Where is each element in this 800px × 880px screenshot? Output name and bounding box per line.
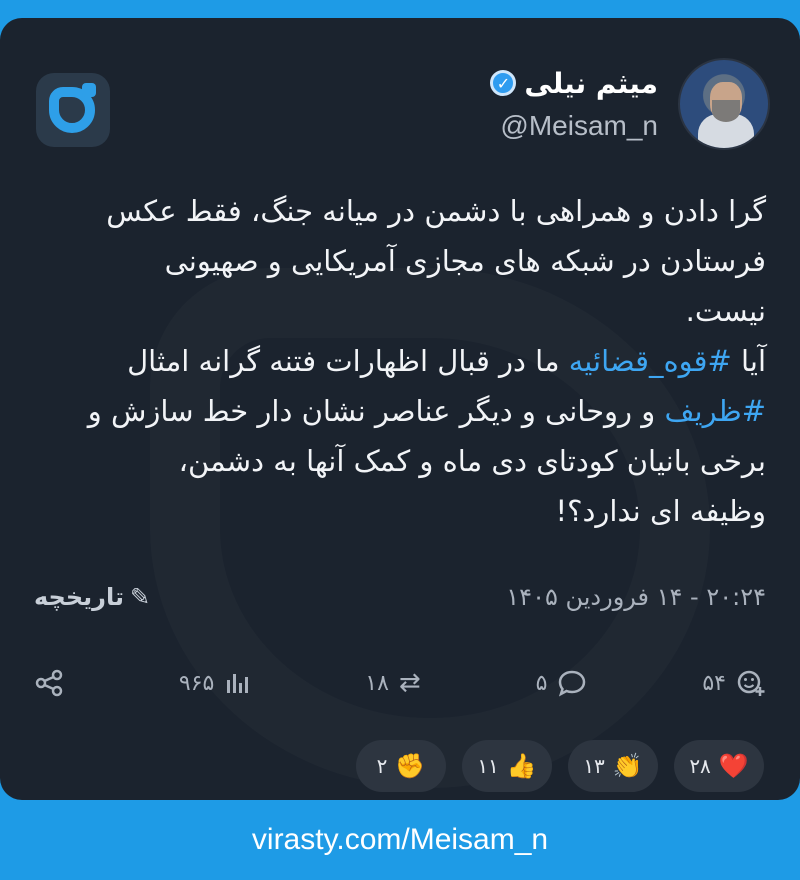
virasty-logo-icon[interactable] (36, 73, 110, 147)
share-icon (35, 669, 63, 697)
post-header: میثم نیلی ✓ @Meisam_n (490, 58, 770, 150)
reaction-pills: ۲۸ ❤️ ۱۳ 👏 ۱۱ 👍 ۲ ✊ (356, 740, 764, 792)
clap-icon: 👏 (612, 752, 643, 780)
reposts-count: ۱۸ (365, 670, 389, 696)
post-line: آیا #قوه_قضائیه ما در قبال اظهارات فتنه … (30, 336, 766, 386)
post-line: نیست. (685, 294, 766, 328)
post-line: فرستادن در شبکه های مجازی آمریکایی و صهی… (164, 244, 766, 278)
reaction-pill-clap[interactable]: ۱۳ 👏 (568, 740, 658, 792)
heart-icon: ❤️ (718, 752, 749, 780)
post-text-fragment: آیا (741, 344, 766, 378)
reaction-count: ۲۸ (689, 754, 711, 778)
post-line: برخی بانیان کودتای دی ماه و کمک آنها به … (178, 444, 766, 478)
post-meta: تاریخچه ✎ ۲۰:۲۴ - ۱۴ فروردین ۱۴۰۵ (34, 583, 766, 611)
post-line: وظیفه ای ندارد؟! (555, 494, 766, 528)
reply-button[interactable]: ۵ (536, 668, 588, 698)
reaction-count: ۱۱ (477, 754, 499, 778)
share-button[interactable] (34, 668, 64, 698)
verified-badge-icon: ✓ (490, 70, 517, 96)
action-bar: ۹۶۵ ۱۸ ⇄ ۵ ۵۴ (34, 668, 766, 698)
replies-count: ۵ (535, 670, 548, 696)
repost-icon: ⇄ (398, 668, 421, 698)
post-line: #ظریف و روحانی و دیگر عناصر نشان دار خط … (30, 386, 766, 436)
react-button[interactable]: ۵۴ (702, 668, 766, 698)
reaction-count: ۱۳ (583, 754, 605, 778)
history-label: تاریخچه (34, 583, 124, 611)
history-button[interactable]: تاریخچه ✎ (34, 583, 150, 611)
raised-fist-icon: ✊ (395, 752, 426, 780)
bar-chart-icon (227, 674, 249, 693)
post-text-fragment: و روحانی و دیگر عناصر نشان دار خط سازش و (87, 394, 656, 428)
user-handle[interactable]: @Meisam_n (490, 110, 658, 142)
hashtag-link[interactable]: #ظریف (665, 394, 766, 428)
reactions-count: ۵۴ (702, 670, 726, 696)
avatar[interactable] (678, 58, 770, 150)
reaction-pill-fist[interactable]: ۲ ✊ (356, 740, 446, 792)
reaction-count: ۲ (376, 754, 388, 778)
thumbs-up-icon: 👍 (506, 752, 537, 780)
profile-url[interactable]: virasty.com/Meisam_n (0, 800, 800, 880)
post-card: میثم نیلی ✓ @Meisam_n گرا دادن و همراهی … (0, 18, 800, 800)
reaction-pill-heart[interactable]: ۲۸ ❤️ (674, 740, 764, 792)
display-name[interactable]: میثم نیلی (524, 67, 658, 100)
add-reaction-icon (737, 670, 765, 696)
comment-icon (559, 670, 586, 697)
repost-button[interactable]: ۱۸ ⇄ (365, 668, 420, 698)
timestamp: ۲۰:۲۴ - ۱۴ فروردین ۱۴۰۵ (506, 583, 766, 611)
pencil-icon: ✎ (130, 583, 151, 611)
author-info: میثم نیلی ✓ @Meisam_n (490, 67, 658, 142)
post-line: گرا دادن و همراهی با دشمن در میانه جنگ، … (106, 194, 766, 228)
post-text: گرا دادن و همراهی با دشمن در میانه جنگ، … (30, 186, 766, 536)
hashtag-link[interactable]: #قوه_قضائیه (569, 344, 732, 378)
reaction-pill-thumbs-up[interactable]: ۱۱ 👍 (462, 740, 552, 792)
views-stat[interactable]: ۹۶۵ (179, 670, 250, 696)
post-text-fragment: ما در قبال اظهارات فتنه گرانه امثال (127, 344, 560, 378)
views-count: ۹۶۵ (178, 670, 215, 696)
